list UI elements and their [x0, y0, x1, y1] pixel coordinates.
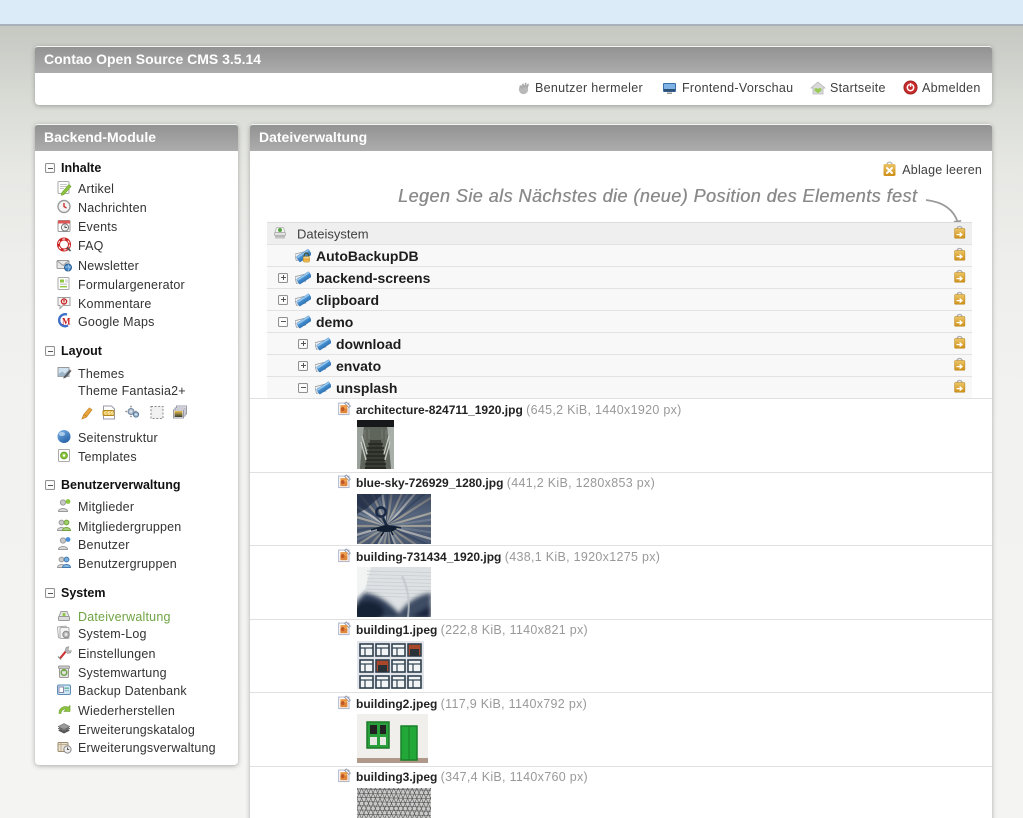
svg-text:CSS: CSS — [104, 410, 114, 415]
svg-text:M: M — [62, 317, 71, 327]
